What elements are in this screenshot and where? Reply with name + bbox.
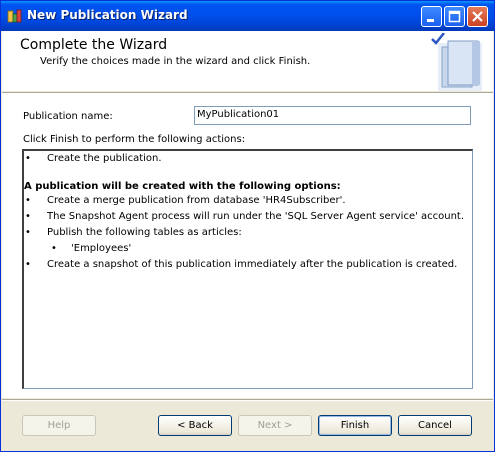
article-employees: 'Employees': [71, 243, 132, 254]
bullet: •: [25, 153, 31, 164]
footer-separator: [2, 399, 493, 401]
actions-label: Click Finish to perform the following ac…: [23, 134, 246, 145]
bullet: •: [25, 227, 31, 238]
help-button[interactable]: Help: [22, 415, 96, 436]
action-create-publication: Create the publication.: [47, 153, 162, 164]
publication-name-label: Publication name:: [23, 111, 113, 122]
publication-name-field[interactable]: MyPublication01: [194, 106, 471, 125]
page-subtitle: Verify the choices made in the wizard an…: [40, 56, 311, 67]
actions-summary-box[interactable]: • Create the publication. A publication …: [22, 149, 473, 389]
title-bar[interactable]: New Publication Wizard: [1, 1, 494, 31]
maximize-button[interactable]: [444, 6, 465, 27]
finish-button[interactable]: Finish: [318, 415, 392, 436]
next-button[interactable]: Next >: [238, 415, 312, 436]
cancel-button[interactable]: Cancel: [398, 415, 472, 436]
option-snapshot-agent: The Snapshot Agent process will run unde…: [47, 211, 465, 222]
sub-bullet: •: [51, 243, 57, 254]
page-title: Complete the Wizard: [20, 37, 168, 53]
bullet: •: [25, 211, 31, 222]
wizard-content: Publication name: MyPublication01 Click …: [2, 94, 493, 398]
wizard-header: Complete the Wizard Verify the choices m…: [2, 31, 493, 91]
options-heading: A publication will be created with the f…: [24, 181, 341, 192]
minimize-button[interactable]: [421, 6, 442, 27]
option-create-snapshot: Create a snapshot of this publication im…: [47, 259, 458, 270]
window-title: New Publication Wizard: [27, 8, 188, 22]
back-button[interactable]: < Back: [158, 415, 232, 436]
maximize-icon: [448, 10, 461, 23]
wizard-window: New Publication Wizard Complete the Wiza…: [0, 0, 495, 452]
wizard-app-icon: [7, 9, 22, 23]
bullet: •: [25, 259, 31, 270]
bullet: •: [25, 195, 31, 206]
wizard-book-checkmark-icon: [431, 33, 482, 91]
minimize-icon: [427, 19, 434, 22]
option-merge-publication: Create a merge publication from database…: [47, 195, 346, 206]
close-button[interactable]: [467, 6, 488, 27]
option-publish-tables: Publish the following tables as articles…: [47, 227, 242, 238]
close-icon: [472, 11, 483, 22]
